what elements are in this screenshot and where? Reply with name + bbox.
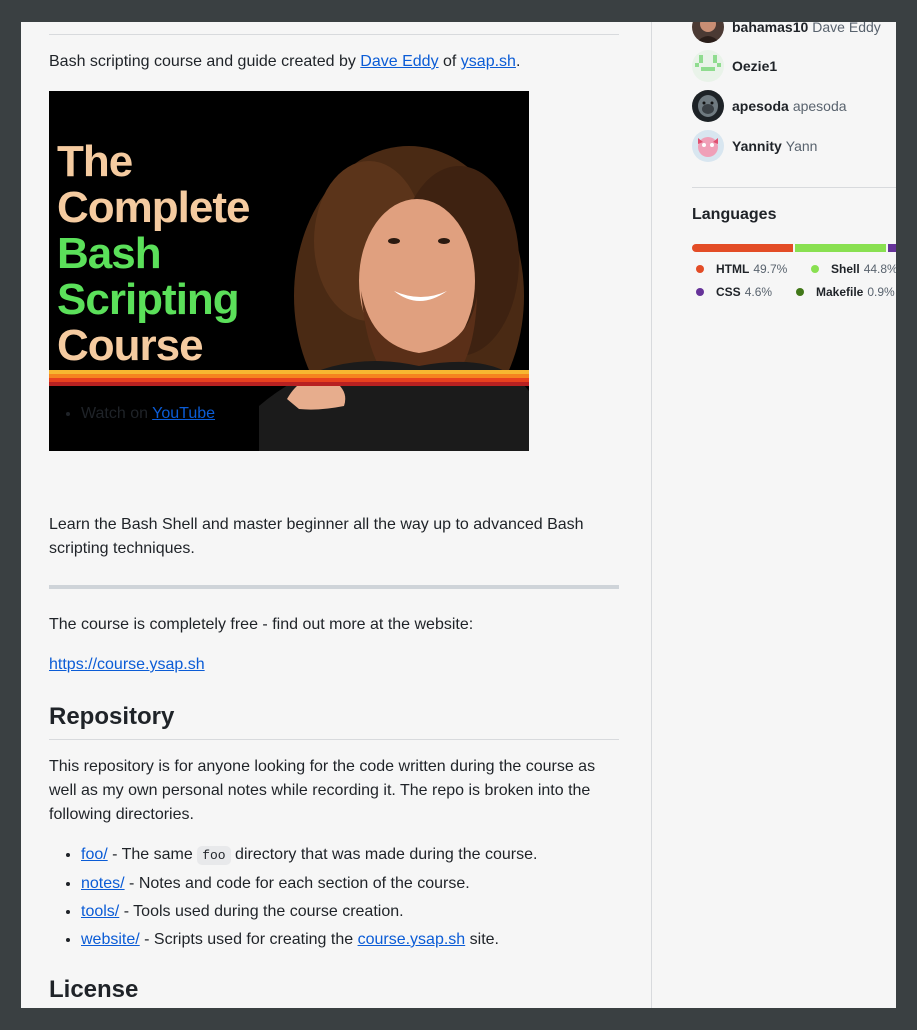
language-color-dot (796, 288, 804, 296)
website-link[interactable]: website/ (81, 931, 140, 948)
language-css[interactable]: CSS 4.6% (696, 285, 772, 299)
learn-text: Learn the Bash Shell and master beginner… (49, 516, 584, 557)
website-desc-pre: - Scripts used for creating the (139, 931, 358, 948)
language-bar-segment-css (888, 244, 896, 252)
contributor-name: Dave Eddy (812, 22, 881, 35)
foo-link[interactable]: foo/ (81, 846, 108, 863)
notes-desc: - Notes and code for each section of the… (124, 875, 470, 892)
language-makefile[interactable]: Makefile 0.9% (796, 285, 895, 299)
contributor-yannity[interactable]: Yannity Yann (692, 130, 817, 162)
avatar (692, 130, 724, 162)
contributor-login: Yannity (732, 138, 782, 154)
language-bar (692, 244, 896, 252)
repository-heading-divider (49, 739, 619, 740)
contributor-name: Yann (785, 138, 818, 154)
contributor-oezie1[interactable]: Oezie1 (692, 50, 781, 82)
site-link[interactable]: ysap.sh (461, 53, 516, 70)
languages-heading: Languages (692, 206, 777, 223)
language-percent: 4.6% (744, 285, 773, 299)
free-text: The course is completely free - find out… (49, 616, 474, 633)
directory-list: foo/ - The same foo directory that was m… (49, 843, 537, 956)
language-name: HTML (716, 262, 750, 276)
directory-item-website: website/ - Scripts used for creating the… (81, 928, 537, 952)
contributor-login: apesoda (732, 98, 789, 114)
section-divider (49, 585, 619, 589)
language-color-dot (811, 265, 819, 273)
tools-desc: - Tools used during the course creation. (119, 903, 404, 920)
language-shell[interactable]: Shell 44.8% (811, 262, 896, 276)
intro-text: Bash scripting course and guide created … (49, 50, 520, 74)
contributor-apesoda[interactable]: apesoda apesoda (692, 90, 847, 122)
language-percent: 49.7% (753, 262, 788, 276)
contributor-bahamas10[interactable]: bahamas10 Dave Eddy (692, 22, 881, 43)
tools-link[interactable]: tools/ (81, 903, 119, 920)
language-html[interactable]: HTML 49.7% (696, 262, 787, 276)
watch-prefix: Watch on (81, 405, 153, 422)
language-color-dot (696, 265, 704, 273)
repository-page: Bash scripting course and guide created … (21, 22, 896, 1008)
watch-item: Watch on YouTube (81, 402, 215, 426)
youtube-link[interactable]: YouTube (152, 405, 215, 422)
contributor-name: apesoda (792, 98, 847, 114)
language-name: CSS (716, 285, 741, 299)
repository-text: This repository is for anyone looking fo… (49, 758, 596, 823)
avatar (692, 90, 724, 122)
thumbnail-stripes (49, 370, 529, 386)
language-name: Shell (831, 262, 860, 276)
foo-code: foo (197, 846, 231, 865)
watch-list: Watch on YouTube (49, 402, 215, 426)
course-url-link[interactable]: https://course.ysap.sh (49, 656, 205, 673)
website-desc-post: site. (465, 931, 499, 948)
author-link[interactable]: Dave Eddy (360, 53, 438, 70)
notes-link[interactable]: notes/ (81, 875, 125, 892)
foo-desc-post: directory that was made during the cours… (230, 846, 538, 863)
license-heading: License (49, 976, 139, 1003)
course-thumbnail[interactable]: The Complete Bash Scripting Course (49, 91, 529, 451)
intro-mid: of (438, 53, 461, 70)
thumbnail-title-line5: Course (57, 321, 204, 370)
thumbnail-title-line4: Scripting (57, 275, 240, 324)
language-percent: 44.8% (863, 262, 896, 276)
repository-heading: Repository (49, 703, 175, 730)
avatar (692, 22, 724, 43)
avatar (692, 50, 724, 82)
language-bar-segment-html (692, 244, 794, 252)
contributor-login: bahamas10 (732, 22, 809, 35)
thumbnail-title-line3: Bash (57, 229, 162, 278)
thumbnail-title-line1: The (57, 137, 133, 186)
contributor-login: Oezie1 (732, 58, 778, 74)
heading-divider (49, 34, 619, 35)
course-site-link[interactable]: course.ysap.sh (358, 931, 466, 948)
intro-prefix: Bash scripting course and guide created … (49, 53, 361, 70)
thumbnail-title-line2: Complete (57, 183, 250, 232)
sidebar-section-divider (692, 187, 896, 188)
intro-suffix: . (515, 53, 521, 70)
directory-item-foo: foo/ - The same foo directory that was m… (81, 843, 537, 868)
directory-item-notes: notes/ - Notes and code for each section… (81, 872, 537, 896)
language-color-dot (696, 288, 704, 296)
language-percent: 0.9% (867, 285, 895, 299)
directory-item-tools: tools/ - Tools used during the course cr… (81, 900, 537, 924)
language-bar-segment-shell (795, 244, 887, 252)
language-name: Makefile (816, 285, 864, 299)
foo-desc-pre: - The same (107, 846, 198, 863)
sidebar-divider (651, 22, 652, 1008)
